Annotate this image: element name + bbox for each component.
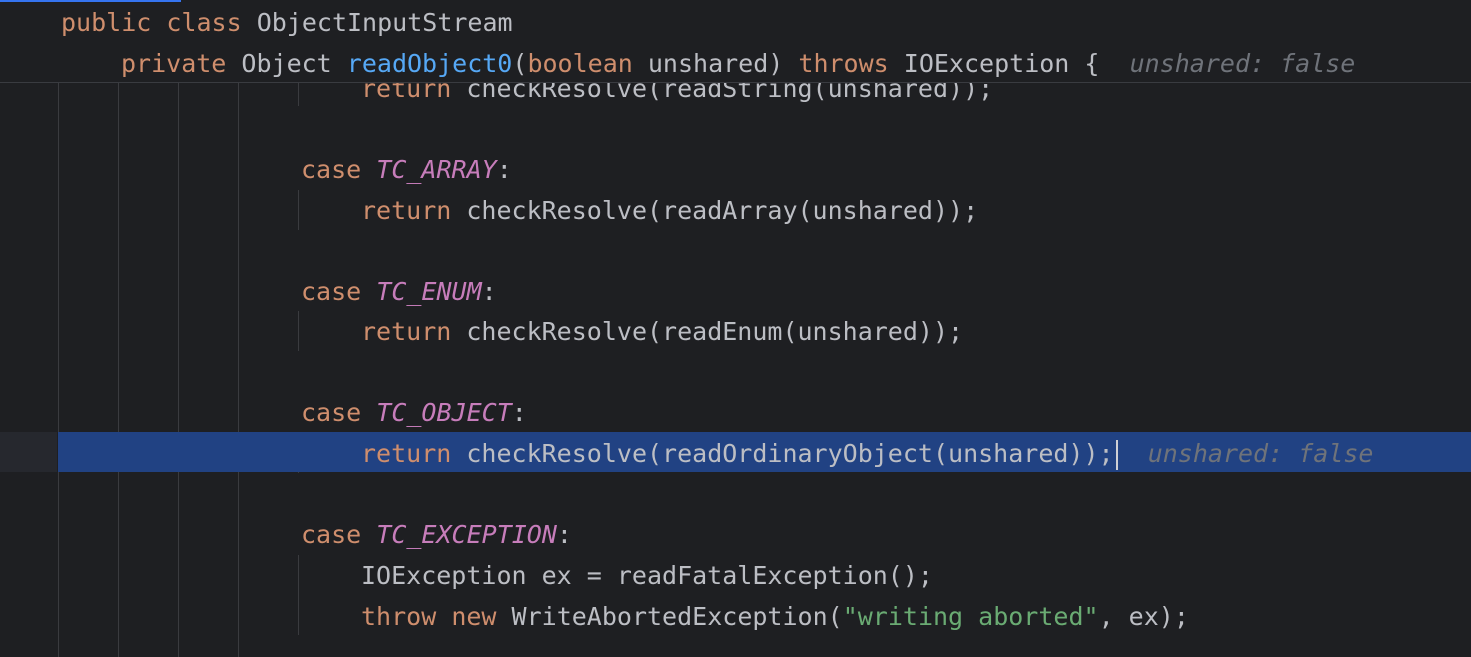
keyword: private: [121, 49, 227, 78]
code-text: checkResolve(readOrdinaryObject(unshared…: [466, 439, 1114, 468]
keyword: case: [301, 277, 362, 306]
keyword: boolean: [527, 49, 633, 78]
paren: (: [512, 49, 528, 78]
keyword: case: [301, 520, 362, 549]
keyword: throw: [361, 602, 437, 631]
constant: TC_ARRAY: [376, 155, 497, 184]
keyword: return: [361, 439, 452, 468]
keyword: public: [61, 8, 152, 37]
inline-debug-hint: unshared: false: [1129, 49, 1356, 78]
keyword: case: [301, 398, 362, 427]
sticky-line-method-decl[interactable]: private Object readObject0(boolean unsha…: [121, 43, 1355, 84]
code-line-return-array[interactable]: return checkResolve(readArray(unshared))…: [361, 190, 978, 231]
code-text: , ex);: [1098, 602, 1189, 631]
colon: :: [496, 155, 512, 184]
text-caret: [1115, 440, 1118, 470]
code-line-return-object-current[interactable]: return checkResolve(readOrdinaryObject(u…: [361, 433, 1373, 474]
paren: ): [768, 49, 784, 78]
scrolled-code[interactable]: return checkResolve(readString(unshared)…: [0, 82, 1471, 657]
keyword: case: [301, 155, 362, 184]
constant: TC_OBJECT: [376, 398, 512, 427]
colon: :: [481, 277, 497, 306]
string-literal: "writing aborted": [842, 602, 1099, 631]
code-line-ioexception[interactable]: IOException ex = readFatalException();: [361, 555, 933, 596]
code-text: checkResolve(readEnum(unshared));: [466, 317, 964, 346]
code-line-case-array[interactable]: case TC_ARRAY:: [301, 149, 512, 190]
class-name: WriteAbortedException(: [511, 602, 843, 631]
exception-type: IOException: [903, 49, 1070, 78]
return-type: Object: [241, 49, 332, 78]
code-line-return-readstring[interactable]: return checkResolve(readString(unshared)…: [361, 82, 993, 109]
constant: TC_EXCEPTION: [376, 520, 557, 549]
code-text: checkResolve(readString(unshared));: [466, 82, 994, 103]
param-name: unshared: [647, 49, 769, 78]
code-line-case-object[interactable]: case TC_OBJECT:: [301, 392, 527, 433]
code-line-case-enum[interactable]: case TC_ENUM:: [301, 271, 497, 312]
keyword: return: [361, 196, 452, 225]
colon: :: [556, 520, 572, 549]
brace: {: [1084, 49, 1100, 78]
constant: TC_ENUM: [376, 277, 482, 306]
colon: :: [511, 398, 527, 427]
class-name: ObjectInputStream: [256, 8, 513, 37]
sticky-lines-header[interactable]: public class ObjectInputStream private O…: [0, 0, 1471, 83]
current-line-gutter: [0, 432, 57, 472]
code-line-return-enum[interactable]: return checkResolve(readEnum(unshared));: [361, 311, 963, 352]
code-editor[interactable]: return checkResolve(readString(unshared)…: [0, 0, 1471, 657]
code-text: checkResolve(readArray(unshared));: [466, 196, 979, 225]
keyword: class: [166, 8, 242, 37]
keyword: return: [361, 317, 452, 346]
code-line-case-exception[interactable]: case TC_EXCEPTION:: [301, 514, 572, 555]
method-name: readObject0: [346, 49, 513, 78]
keyword: return: [361, 82, 452, 103]
code-line-throw[interactable]: throw new WriteAbortedException("writing…: [361, 596, 1189, 637]
inline-debug-hint: unshared: false: [1147, 439, 1374, 468]
sticky-line-class-decl[interactable]: public class ObjectInputStream: [61, 2, 513, 43]
keyword: throws: [798, 49, 889, 78]
code-text: IOException ex = readFatalException();: [361, 561, 933, 590]
keyword: new: [451, 602, 497, 631]
